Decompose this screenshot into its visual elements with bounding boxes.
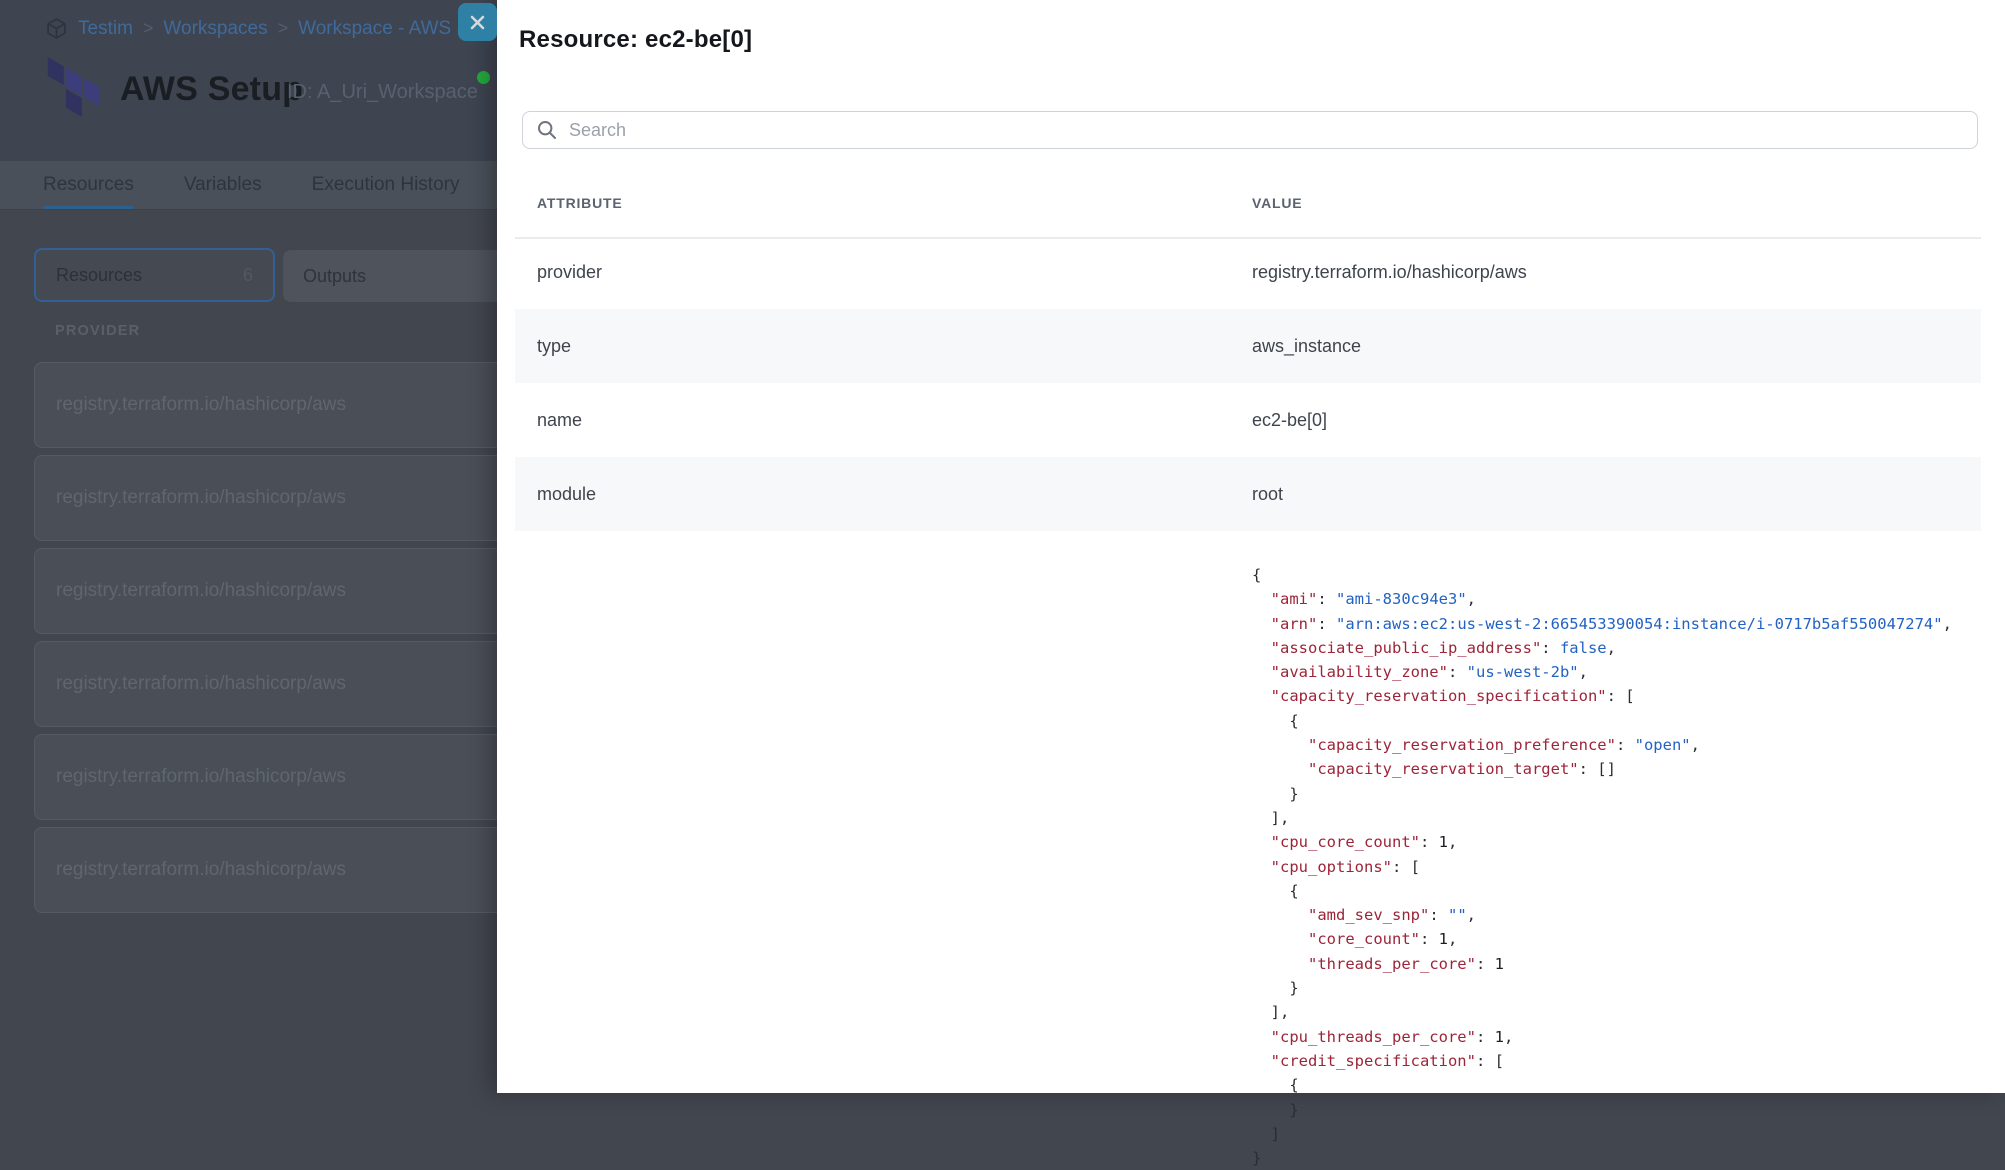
close-panel-button[interactable]	[458, 3, 497, 41]
column-header-value: VALUE	[1252, 195, 1302, 211]
tab-execution-history[interactable]: Execution History	[312, 161, 460, 209]
subtab-resources[interactable]: Resources 6	[34, 248, 275, 302]
subtab-resources-count: 6	[243, 265, 253, 286]
search-input[interactable]	[569, 112, 1977, 148]
workspace-id-label: ID: A_Uri_Workspace	[287, 81, 478, 104]
attribute-cell: module	[515, 484, 1252, 505]
attribute-row: providerregistry.terraform.io/hashicorp/…	[515, 235, 1981, 309]
breadcrumb-link[interactable]: Workspaces	[163, 18, 267, 40]
attribute-table-body: providerregistry.terraform.io/hashicorp/…	[515, 235, 1981, 531]
breadcrumb-separator: >	[143, 18, 154, 39]
resource-json: { "ami": "ami-830c94e3", "arn": "arn:aws…	[1252, 563, 1952, 1170]
tab-variables[interactable]: Variables	[184, 161, 262, 209]
close-icon	[469, 14, 486, 31]
value-cell: ec2-be[0]	[1252, 410, 1981, 431]
provider-column-header: PROVIDER	[55, 323, 140, 339]
tab-resources[interactable]: Resources	[43, 161, 134, 209]
terraform-logo-icon	[46, 57, 102, 117]
value-cell: aws_instance	[1252, 336, 1981, 357]
resource-detail-panel: Resource: ec2-be[0] ATTRIBUTE VALUE prov…	[497, 0, 2005, 1093]
subtab-resources-label: Resources	[56, 265, 142, 286]
attribute-row: nameec2-be[0]	[515, 383, 1981, 457]
value-cell: registry.terraform.io/hashicorp/aws	[1252, 262, 1981, 283]
attribute-row: typeaws_instance	[515, 309, 1981, 383]
attribute-cell: name	[515, 410, 1252, 431]
column-header-attribute: ATTRIBUTE	[537, 195, 623, 211]
search-icon	[537, 120, 557, 140]
page-title: AWS Setup	[120, 70, 303, 109]
attribute-row: moduleroot	[515, 457, 1981, 531]
value-cell: root	[1252, 484, 1981, 505]
breadcrumb-separator: >	[278, 18, 289, 39]
green-status-dot	[477, 71, 490, 84]
package-icon	[45, 17, 68, 40]
attribute-cell: type	[515, 336, 1252, 357]
subtab-outputs-label: Outputs	[303, 266, 366, 287]
attribute-cell: provider	[515, 262, 1252, 283]
search-box	[522, 111, 1978, 149]
breadcrumb-link[interactable]: Testim	[78, 18, 133, 40]
panel-title: Resource: ec2-be[0]	[519, 26, 752, 54]
